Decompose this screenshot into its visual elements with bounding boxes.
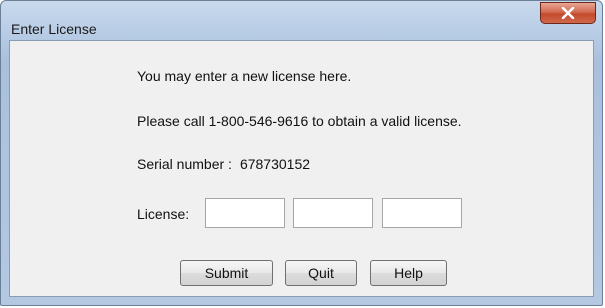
close-button[interactable] [540,2,596,24]
license-field-3[interactable] [382,198,462,228]
close-icon [561,7,575,19]
license-field-1[interactable] [205,198,285,228]
window-title: Enter License [11,21,97,37]
submit-button[interactable]: Submit [180,260,273,286]
serial-number-label: Serial number : [137,156,232,172]
serial-number-row: Serial number : 678730152 [137,156,310,172]
serial-number-value: 678730152 [239,156,311,172]
call-instructions: Please call 1-800-546-9616 to obtain a v… [137,113,462,129]
title-bar[interactable]: Enter License [1,1,602,41]
license-dialog: Enter License You may enter a new licens… [0,0,603,306]
help-button[interactable]: Help [370,260,447,286]
intro-text: You may enter a new license here. [137,68,352,84]
dialog-body: You may enter a new license here. Please… [9,40,594,297]
license-label: License: [137,206,190,222]
license-field-2[interactable] [293,198,373,228]
quit-button[interactable]: Quit [285,260,357,286]
